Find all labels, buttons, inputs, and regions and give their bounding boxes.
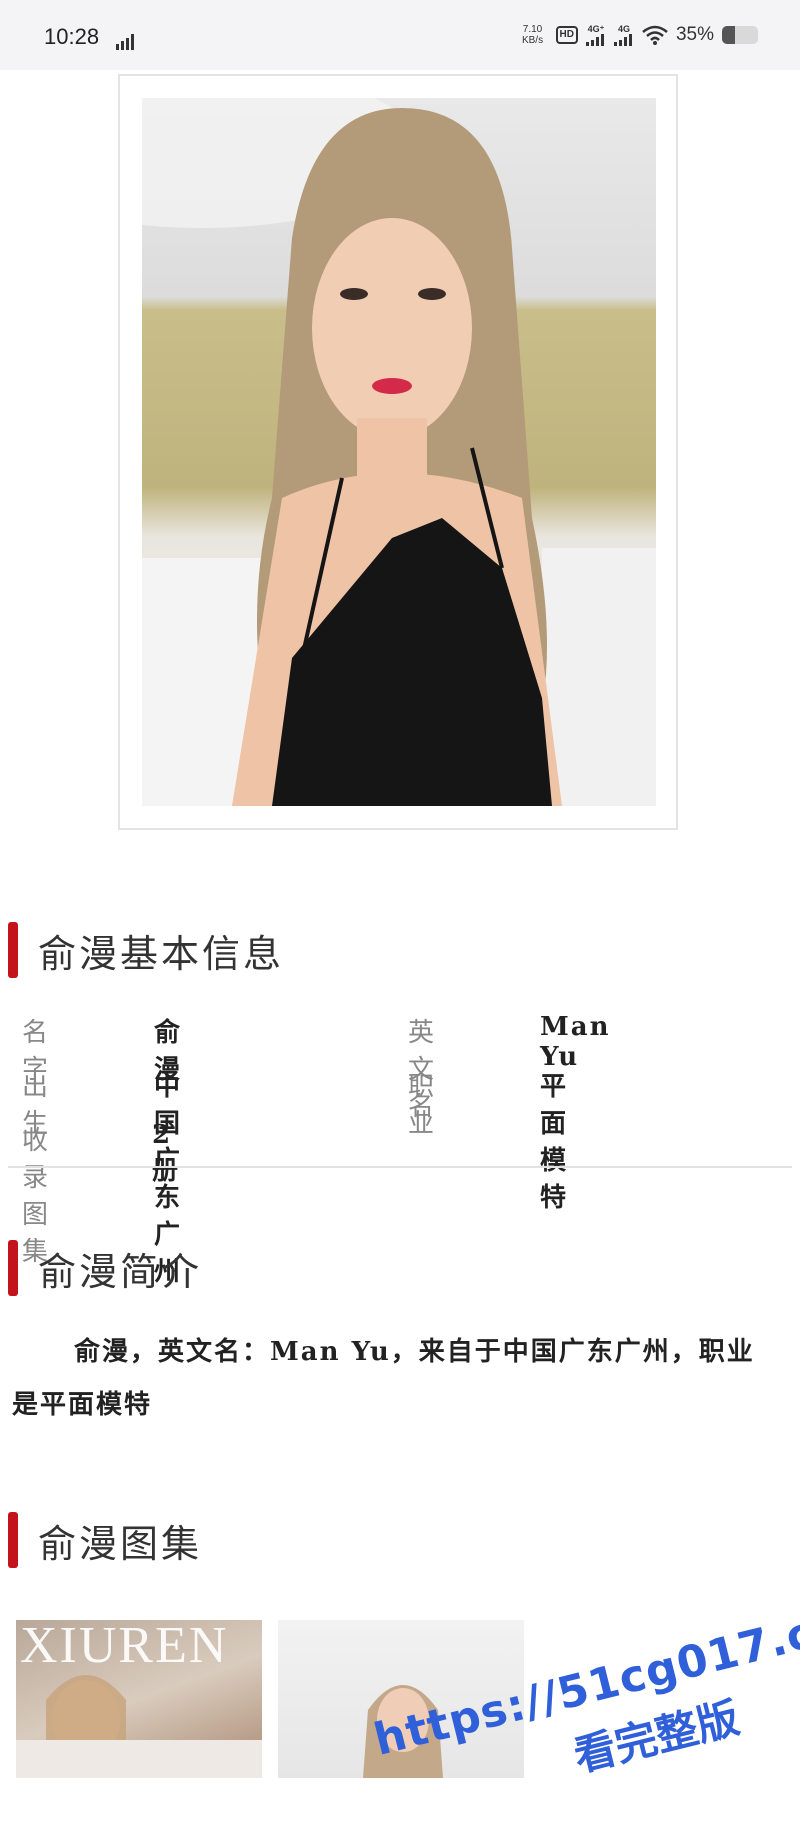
hd-voice-icon: HD (555, 26, 578, 44)
basic-info-title: 俞漫基本信息 (38, 931, 285, 976)
thumb-brand: XIUREN (20, 1620, 229, 1674)
battery-icon (722, 26, 758, 44)
network-speed: 7.10 KB/s (521, 24, 544, 46)
cellular-4g-icon: 4G (613, 24, 634, 46)
divider (8, 1166, 792, 1168)
gallery-title: 俞漫图集 (38, 1521, 203, 1566)
basic-info-heading: 俞漫基本信息 (8, 922, 284, 978)
status-icons: 7.10 KB/s HD 4G⁺ 4G 35% (518, 24, 758, 46)
wifi-icon (642, 25, 668, 45)
accent-bar (8, 1512, 18, 1568)
accent-bar (8, 922, 18, 978)
portrait-illustration (142, 98, 656, 806)
gallery-thumb[interactable]: XIUREN (16, 1620, 262, 1778)
watermark: https://51cg017.com 看完整版 (340, 1489, 800, 1781)
intro-text: 俞漫，英文名：Man Yu，来自于中国广东广州，职业是平面模特 (12, 1337, 755, 1420)
intro-title: 俞漫简介 (38, 1249, 203, 1294)
intro-heading: 俞漫简介 (8, 1240, 202, 1296)
value-occupation: 平面模特 (540, 1072, 569, 1213)
battery-percent: 35% (675, 24, 714, 45)
value-album-count: 2册 (152, 1120, 181, 1186)
status-time: 10:28 (44, 24, 100, 49)
cellular-4g-plus-icon: 4G⁺ (585, 24, 606, 46)
status-bar: 10:28 7.10 KB/s HD 4G⁺ 4G 35% (0, 0, 800, 70)
signal-icon (116, 34, 134, 50)
profile-photo-frame (118, 74, 678, 830)
value-english-name: Man Yu (540, 1012, 611, 1072)
label-occupation: 职业 (408, 1072, 438, 1139)
accent-bar (8, 1240, 18, 1296)
gallery-heading: 俞漫图集 (8, 1512, 202, 1568)
profile-photo[interactable] (142, 98, 656, 806)
